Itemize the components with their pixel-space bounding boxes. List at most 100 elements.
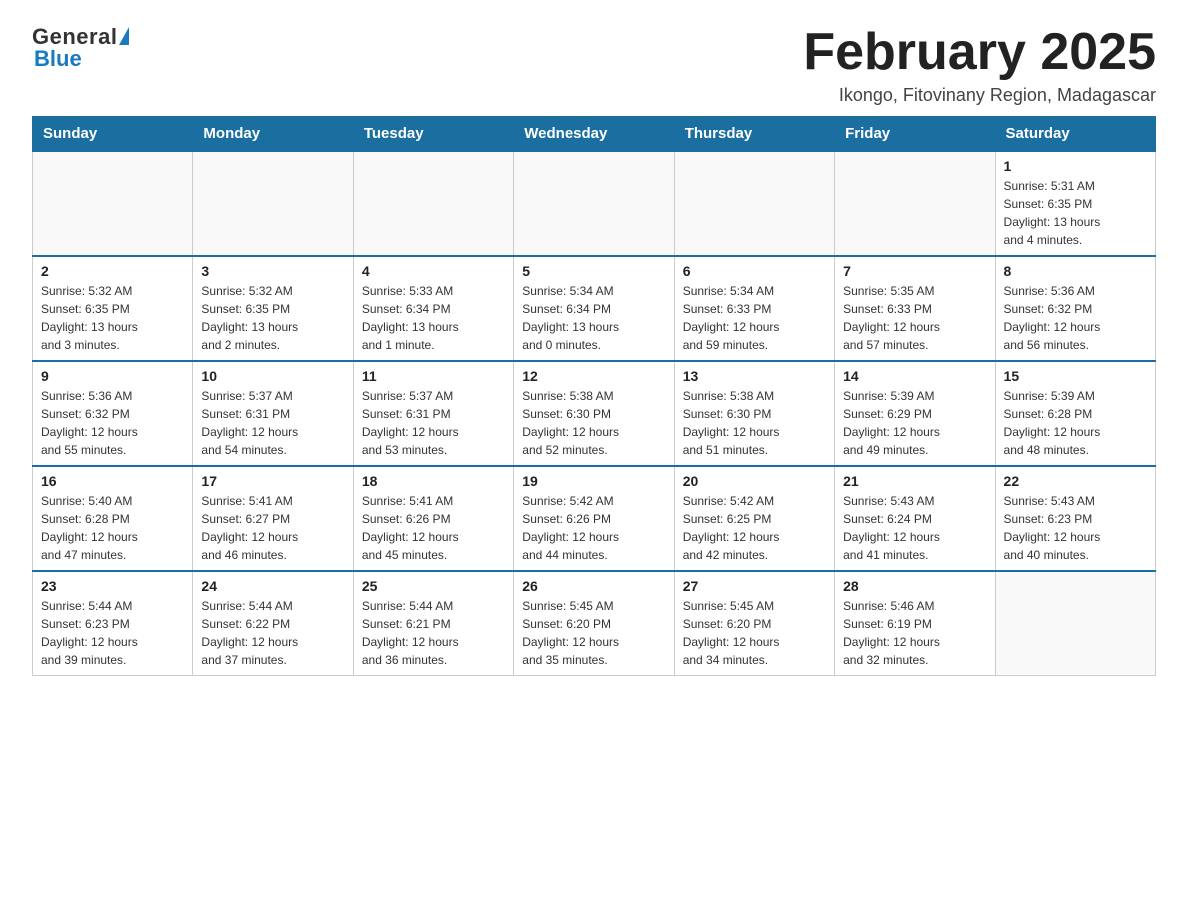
calendar-day-cell: 21 Sunrise: 5:43 AMSunset: 6:24 PMDayligh… — [835, 466, 995, 571]
calendar-day-cell: 23 Sunrise: 5:44 AMSunset: 6:23 PMDayligh… — [33, 571, 193, 676]
day-info: Sunrise: 5:42 AMSunset: 6:26 PMDaylight:… — [522, 492, 665, 564]
calendar-day-cell: 20 Sunrise: 5:42 AMSunset: 6:25 PMDayligh… — [674, 466, 834, 571]
day-info: Sunrise: 5:46 AMSunset: 6:19 PMDaylight:… — [843, 597, 986, 669]
calendar-day-cell — [674, 151, 834, 256]
day-number: 11 — [362, 368, 505, 384]
calendar-day-cell: 4Sunrise: 5:33 AMSunset: 6:34 PMDaylight… — [353, 256, 513, 361]
calendar-week-row: 16 Sunrise: 5:40 AMSunset: 6:28 PMDayligh… — [33, 466, 1156, 571]
day-info: Sunrise: 5:43 AMSunset: 6:23 PMDaylight:… — [1004, 492, 1147, 564]
day-number: 17 — [201, 473, 344, 489]
calendar-day-cell: 26 Sunrise: 5:45 AMSunset: 6:20 PMDayligh… — [514, 571, 674, 676]
day-info: Sunrise: 5:37 AMSunset: 6:31 PMDaylight:… — [201, 387, 344, 459]
day-info: Sunrise: 5:44 AMSunset: 6:23 PMDaylight:… — [41, 597, 184, 669]
calendar-day-cell: 1 Sunrise: 5:31 AMSunset: 6:35 PMDaylight… — [995, 151, 1155, 256]
calendar-header-row: SundayMondayTuesdayWednesdayThursdayFrid… — [33, 117, 1156, 152]
day-number: 10 — [201, 368, 344, 384]
day-number: 27 — [683, 578, 826, 594]
calendar-day-cell: 13 Sunrise: 5:38 AMSunset: 6:30 PMDayligh… — [674, 361, 834, 466]
day-number: 28 — [843, 578, 986, 594]
calendar-week-row: 23 Sunrise: 5:44 AMSunset: 6:23 PMDayligh… — [33, 571, 1156, 676]
calendar-header-monday: Monday — [193, 117, 353, 152]
calendar-day-cell — [514, 151, 674, 256]
day-info: Sunrise: 5:40 AMSunset: 6:28 PMDaylight:… — [41, 492, 184, 564]
day-info: Sunrise: 5:41 AMSunset: 6:26 PMDaylight:… — [362, 492, 505, 564]
calendar-day-cell: 2 Sunrise: 5:32 AMSunset: 6:35 PMDaylight… — [33, 256, 193, 361]
day-number: 24 — [201, 578, 344, 594]
calendar-header-sunday: Sunday — [33, 117, 193, 152]
day-number: 21 — [843, 473, 986, 489]
day-number: 19 — [522, 473, 665, 489]
day-info: Sunrise: 5:44 AMSunset: 6:22 PMDaylight:… — [201, 597, 344, 669]
day-number: 8 — [1004, 263, 1147, 279]
day-number: 23 — [41, 578, 184, 594]
day-info: Sunrise: 5:39 AMSunset: 6:29 PMDaylight:… — [843, 387, 986, 459]
calendar-day-cell: 19 Sunrise: 5:42 AMSunset: 6:26 PMDayligh… — [514, 466, 674, 571]
day-number: 9 — [41, 368, 184, 384]
calendar-week-row: 2 Sunrise: 5:32 AMSunset: 6:35 PMDaylight… — [33, 256, 1156, 361]
day-info: Sunrise: 5:36 AMSunset: 6:32 PMDaylight:… — [41, 387, 184, 459]
calendar-day-cell: 8 Sunrise: 5:36 AMSunset: 6:32 PMDaylight… — [995, 256, 1155, 361]
day-info: Sunrise: 5:38 AMSunset: 6:30 PMDaylight:… — [683, 387, 826, 459]
calendar-day-cell — [353, 151, 513, 256]
calendar-day-cell: 6 Sunrise: 5:34 AMSunset: 6:33 PMDaylight… — [674, 256, 834, 361]
day-info: Sunrise: 5:37 AMSunset: 6:31 PMDaylight:… — [362, 387, 505, 459]
day-number: 15 — [1004, 368, 1147, 384]
location-title: Ikongo, Fitovinany Region, Madagascar — [803, 85, 1156, 106]
calendar-day-cell: 16 Sunrise: 5:40 AMSunset: 6:28 PMDayligh… — [33, 466, 193, 571]
day-number: 14 — [843, 368, 986, 384]
calendar-day-cell: 27 Sunrise: 5:45 AMSunset: 6:20 PMDayligh… — [674, 571, 834, 676]
day-info: Sunrise: 5:43 AMSunset: 6:24 PMDaylight:… — [843, 492, 986, 564]
calendar-week-row: 9 Sunrise: 5:36 AMSunset: 6:32 PMDaylight… — [33, 361, 1156, 466]
day-number: 3 — [201, 263, 344, 279]
calendar-day-cell: 14 Sunrise: 5:39 AMSunset: 6:29 PMDayligh… — [835, 361, 995, 466]
day-number: 16 — [41, 473, 184, 489]
day-number: 1 — [1004, 158, 1147, 174]
calendar-day-cell — [193, 151, 353, 256]
calendar-day-cell: 10 Sunrise: 5:37 AMSunset: 6:31 PMDayligh… — [193, 361, 353, 466]
calendar-day-cell: 24 Sunrise: 5:44 AMSunset: 6:22 PMDayligh… — [193, 571, 353, 676]
calendar-day-cell: 28 Sunrise: 5:46 AMSunset: 6:19 PMDayligh… — [835, 571, 995, 676]
day-number: 5 — [522, 263, 665, 279]
calendar-day-cell: 18Sunrise: 5:41 AMSunset: 6:26 PMDayligh… — [353, 466, 513, 571]
day-info: Sunrise: 5:31 AMSunset: 6:35 PMDaylight:… — [1004, 177, 1147, 249]
day-info: Sunrise: 5:45 AMSunset: 6:20 PMDaylight:… — [522, 597, 665, 669]
page-header: General Blue February 2025 Ikongo, Fitov… — [32, 24, 1156, 106]
calendar-day-cell — [995, 571, 1155, 676]
calendar-week-row: 1 Sunrise: 5:31 AMSunset: 6:35 PMDaylight… — [33, 151, 1156, 256]
day-number: 13 — [683, 368, 826, 384]
calendar-day-cell: 25 Sunrise: 5:44 AMSunset: 6:21 PMDayligh… — [353, 571, 513, 676]
calendar-header-tuesday: Tuesday — [353, 117, 513, 152]
day-info: Sunrise: 5:41 AMSunset: 6:27 PMDaylight:… — [201, 492, 344, 564]
calendar-day-cell: 17 Sunrise: 5:41 AMSunset: 6:27 PMDayligh… — [193, 466, 353, 571]
calendar-day-cell: 15 Sunrise: 5:39 AMSunset: 6:28 PMDayligh… — [995, 361, 1155, 466]
title-block: February 2025 Ikongo, Fitovinany Region,… — [803, 24, 1156, 106]
calendar-day-cell — [835, 151, 995, 256]
calendar-day-cell: 22Sunrise: 5:43 AMSunset: 6:23 PMDayligh… — [995, 466, 1155, 571]
day-number: 12 — [522, 368, 665, 384]
day-number: 2 — [41, 263, 184, 279]
day-number: 26 — [522, 578, 665, 594]
day-number: 20 — [683, 473, 826, 489]
logo-triangle-icon — [119, 27, 129, 45]
logo-blue-text: Blue — [34, 46, 82, 72]
day-info: Sunrise: 5:33 AMSunset: 6:34 PMDaylight:… — [362, 282, 505, 354]
calendar-day-cell: 9 Sunrise: 5:36 AMSunset: 6:32 PMDaylight… — [33, 361, 193, 466]
calendar-header-friday: Friday — [835, 117, 995, 152]
calendar-day-cell: 12Sunrise: 5:38 AMSunset: 6:30 PMDayligh… — [514, 361, 674, 466]
day-info: Sunrise: 5:36 AMSunset: 6:32 PMDaylight:… — [1004, 282, 1147, 354]
day-info: Sunrise: 5:32 AMSunset: 6:35 PMDaylight:… — [41, 282, 184, 354]
calendar-header-wednesday: Wednesday — [514, 117, 674, 152]
calendar-table: SundayMondayTuesdayWednesdayThursdayFrid… — [32, 116, 1156, 676]
day-info: Sunrise: 5:42 AMSunset: 6:25 PMDaylight:… — [683, 492, 826, 564]
calendar-day-cell — [33, 151, 193, 256]
month-title: February 2025 — [803, 24, 1156, 81]
day-info: Sunrise: 5:45 AMSunset: 6:20 PMDaylight:… — [683, 597, 826, 669]
day-info: Sunrise: 5:34 AMSunset: 6:34 PMDaylight:… — [522, 282, 665, 354]
day-info: Sunrise: 5:34 AMSunset: 6:33 PMDaylight:… — [683, 282, 826, 354]
day-number: 25 — [362, 578, 505, 594]
day-info: Sunrise: 5:32 AMSunset: 6:35 PMDaylight:… — [201, 282, 344, 354]
day-number: 6 — [683, 263, 826, 279]
calendar-day-cell: 3 Sunrise: 5:32 AMSunset: 6:35 PMDaylight… — [193, 256, 353, 361]
day-info: Sunrise: 5:44 AMSunset: 6:21 PMDaylight:… — [362, 597, 505, 669]
day-info: Sunrise: 5:39 AMSunset: 6:28 PMDaylight:… — [1004, 387, 1147, 459]
